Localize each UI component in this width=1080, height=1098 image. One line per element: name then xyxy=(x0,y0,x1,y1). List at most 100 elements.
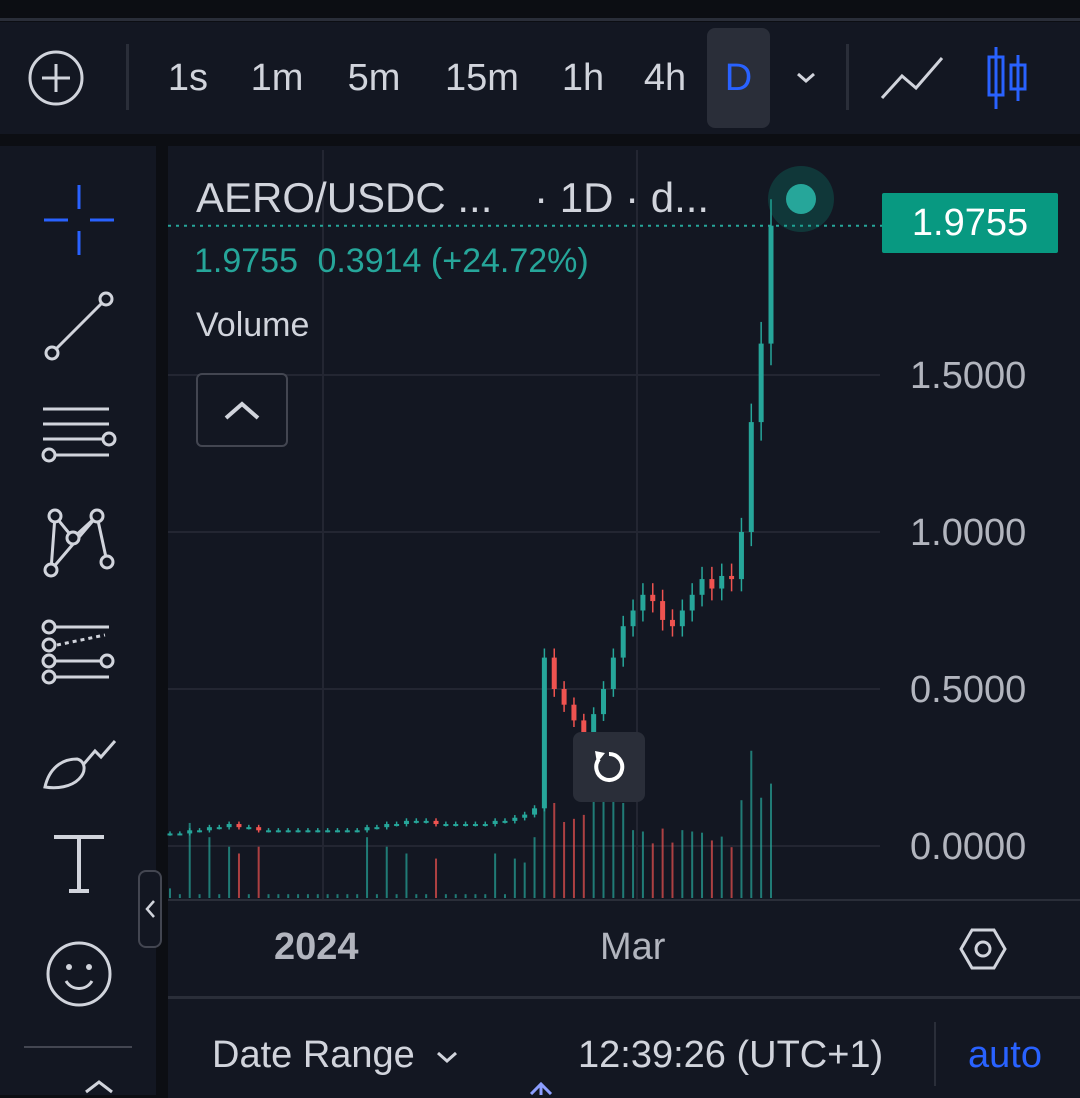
candle-body xyxy=(305,830,311,833)
last-price-badge: 1.9755 xyxy=(882,193,1058,253)
volume-bar xyxy=(237,853,240,898)
volume-bar xyxy=(592,793,595,898)
candle-body xyxy=(768,225,774,344)
volume-bar xyxy=(770,783,772,898)
candle-body xyxy=(315,830,321,833)
candle-body xyxy=(738,532,744,580)
y-tick-label: 1.5000 xyxy=(910,355,1027,397)
date-range-button[interactable]: Date Range xyxy=(212,1034,461,1077)
candle-body xyxy=(512,817,518,821)
arrow-up-icon xyxy=(529,1081,553,1095)
volume-bar xyxy=(169,888,171,898)
volume-bar xyxy=(208,837,211,898)
candle-body xyxy=(167,833,173,836)
volume-bar xyxy=(454,894,457,898)
candle-body xyxy=(364,827,370,831)
collapse-legend-button[interactable] xyxy=(196,373,288,447)
candle-body xyxy=(403,820,409,825)
candle-body xyxy=(275,830,281,833)
volume-bar xyxy=(306,894,309,898)
volume-bar xyxy=(760,797,763,898)
clock-timezone[interactable]: 12:39:26 (UTC+1) xyxy=(578,1034,883,1077)
volume-bar xyxy=(720,836,723,898)
y-tick-label: 0.5000 xyxy=(910,669,1027,711)
volume-bar xyxy=(415,894,418,898)
volume-bar xyxy=(395,894,398,898)
volume-bar xyxy=(582,814,585,898)
volume-bar xyxy=(553,803,556,898)
volume-bar xyxy=(651,843,654,898)
volume-bar xyxy=(435,858,438,898)
volume-bar xyxy=(484,894,487,898)
candle-body xyxy=(334,830,340,833)
candle-body xyxy=(187,830,193,834)
candle-body xyxy=(206,827,212,831)
candle-body xyxy=(197,830,203,833)
candle-body xyxy=(660,601,666,620)
reset-chart-button[interactable] xyxy=(573,732,645,802)
volume-bar xyxy=(218,894,221,898)
y-tick-label: 0.0000 xyxy=(910,826,1027,868)
volume-bar xyxy=(612,793,615,898)
volume-bar xyxy=(632,830,635,898)
candle-body xyxy=(453,824,459,827)
candle-body xyxy=(216,827,222,830)
volume-bar xyxy=(523,862,526,898)
volume-bar xyxy=(277,894,280,898)
candle-body xyxy=(492,820,498,825)
volume-bar xyxy=(730,847,733,898)
candle-body xyxy=(384,824,390,828)
volume-bar xyxy=(405,853,408,898)
candle-body xyxy=(285,830,291,833)
volume-bar xyxy=(740,800,743,898)
candle-body xyxy=(729,575,735,580)
candle-body xyxy=(226,824,232,828)
candle-body xyxy=(561,689,567,705)
candle-body xyxy=(689,594,695,611)
candle-body xyxy=(325,830,331,833)
volume-bar xyxy=(356,894,359,898)
candle-body xyxy=(463,824,469,827)
volume-bar xyxy=(326,894,329,898)
volume-bar xyxy=(494,853,497,898)
status-dot-icon xyxy=(768,166,834,232)
legend-last-price: 1.9755 xyxy=(194,242,298,280)
volume-bar xyxy=(228,846,231,898)
volume-bar xyxy=(257,846,260,898)
candle-body xyxy=(650,594,656,602)
volume-bar xyxy=(247,894,250,898)
candle-body xyxy=(374,827,380,830)
volume-bar xyxy=(563,822,566,898)
footer-separator xyxy=(934,1022,936,1086)
volume-bar xyxy=(444,894,447,898)
candle-body xyxy=(472,824,478,827)
chart-settings-button[interactable] xyxy=(958,924,1008,974)
auto-scale-button[interactable]: auto xyxy=(968,1034,1042,1077)
legend-values: 1.9755 0.3914 (+24.72%) xyxy=(194,242,589,281)
volume-bar xyxy=(198,894,201,898)
volume-bar xyxy=(297,894,300,898)
volume-bar xyxy=(701,832,704,898)
legend-title[interactable]: AERO/USDC ... · 1D · d... xyxy=(196,174,709,222)
candle-body xyxy=(354,830,360,833)
chevron-down-icon xyxy=(437,1051,458,1064)
candle-body xyxy=(433,820,439,825)
chevron-up-icon xyxy=(224,401,260,420)
candle-body xyxy=(532,808,538,815)
candle-body xyxy=(246,827,252,830)
volume-bar xyxy=(513,858,516,898)
volume-bar xyxy=(503,894,506,898)
volume-indicator-label[interactable]: Volume xyxy=(196,306,309,345)
volume-bar xyxy=(425,894,428,898)
candle-body xyxy=(344,830,350,833)
volume-bar xyxy=(533,837,536,898)
candle-body xyxy=(256,827,262,831)
candle-body xyxy=(610,657,616,689)
volume-bar xyxy=(178,894,181,898)
candle-body xyxy=(669,619,675,627)
legend-change: 0.3914 (+24.72%) xyxy=(317,242,589,280)
x-tick-label: Mar xyxy=(600,926,666,968)
candle-body xyxy=(699,579,705,595)
candle-body xyxy=(266,830,272,833)
candle-body xyxy=(482,824,488,827)
